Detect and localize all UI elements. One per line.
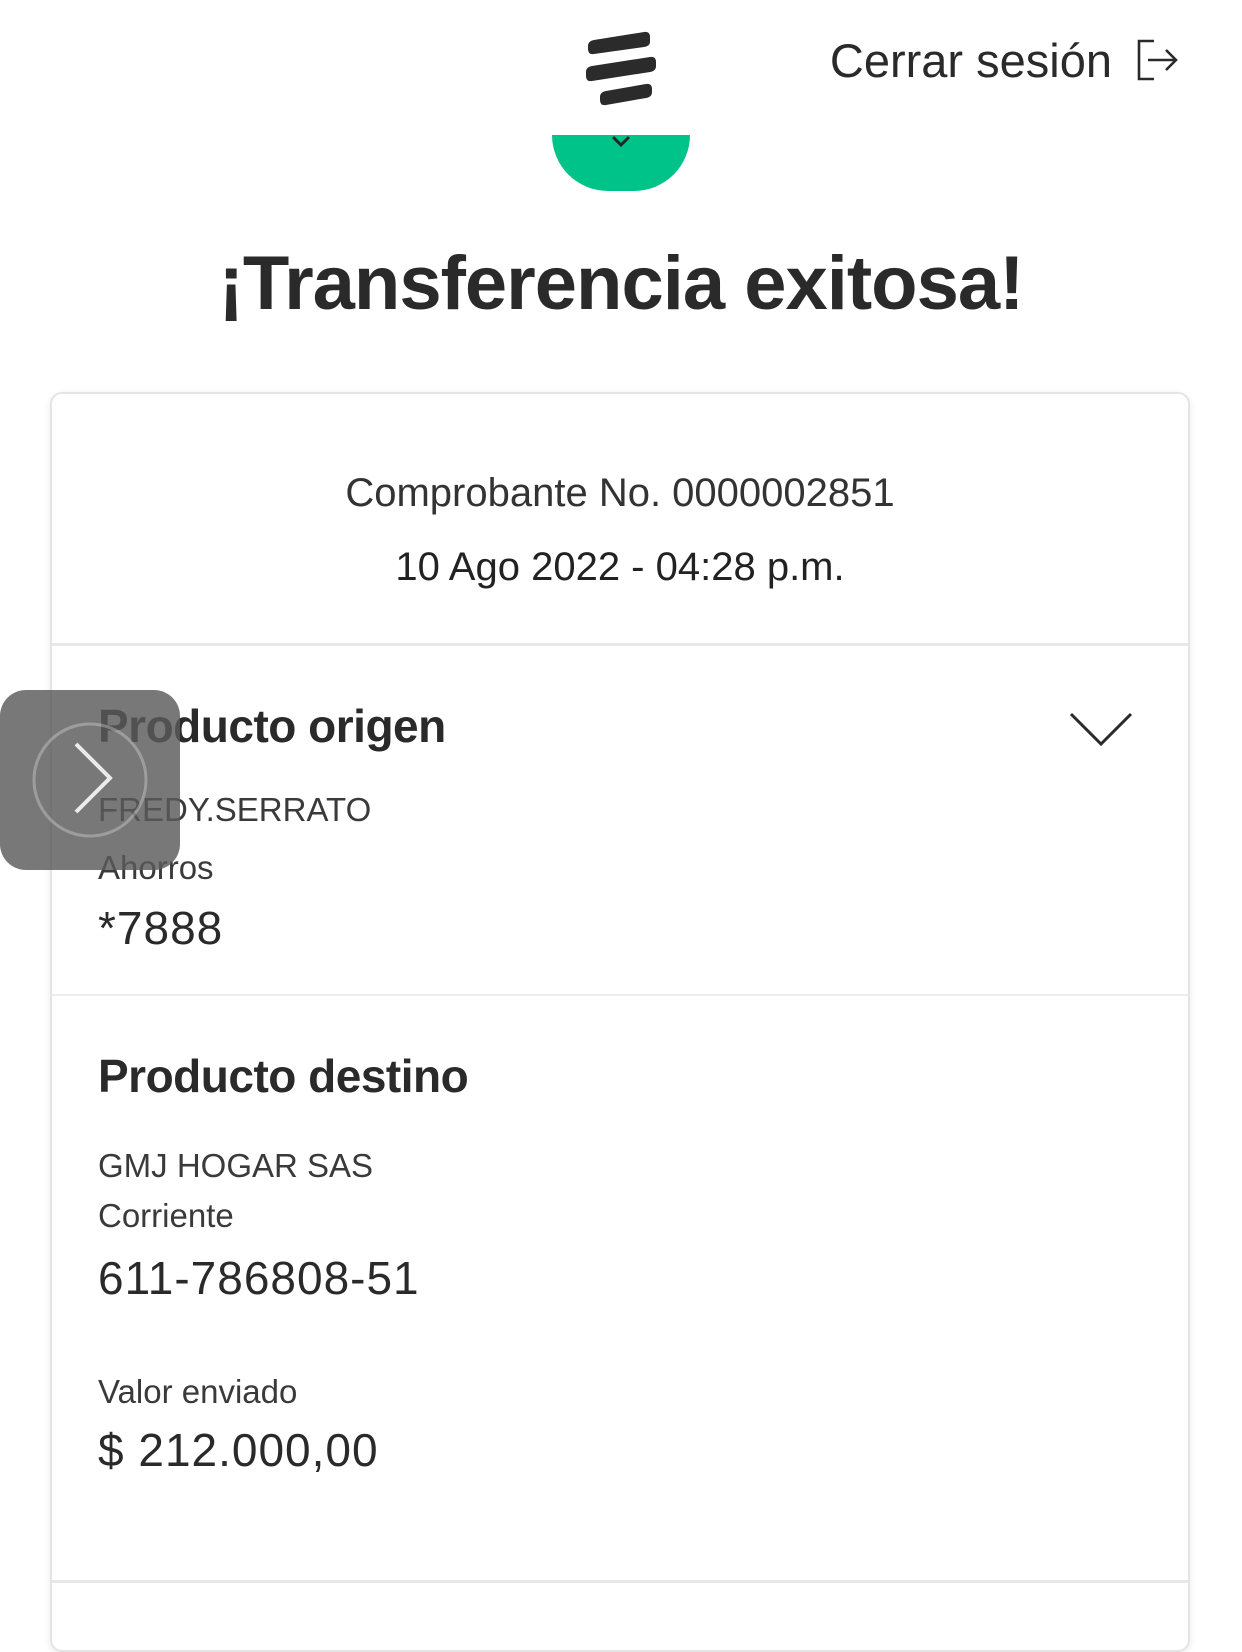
- receipt-datetime: 10 Ago 2022 - 04:28 p.m.: [395, 545, 845, 589]
- receipt-header: Comprobante No. 0000002851 10 Ago 2022 -…: [52, 394, 1188, 646]
- origin-holder: FREDY.SERRATO: [98, 791, 372, 828]
- chevron-right-icon: [32, 722, 148, 838]
- destination-product-section: Producto destino GMJ HOGAR SAS Corriente…: [52, 996, 1188, 1478]
- logout-button[interactable]: Cerrar sesión: [830, 30, 1180, 90]
- chevron-down-icon[interactable]: [1068, 708, 1134, 750]
- destination-title: Producto destino: [98, 1050, 469, 1102]
- origin-title: Producto origen: [98, 700, 446, 752]
- logout-label: Cerrar sesión: [829, 33, 1112, 87]
- success-check-icon: [552, 135, 690, 191]
- destination-account-number: 611-786808-51: [98, 1252, 420, 1304]
- section-divider: [52, 1580, 1188, 1583]
- page-title: ¡Transferencia exitosa!: [218, 241, 1025, 326]
- amount-label: Valor enviado: [98, 1373, 298, 1410]
- receipt-number: Comprobante No. 0000002851: [345, 471, 895, 515]
- floating-nav-button[interactable]: [0, 690, 180, 870]
- logout-icon: [1137, 39, 1178, 81]
- destination-account-type: Corriente: [98, 1197, 234, 1234]
- origin-product-section: Producto origen FREDY.SERRATO Ahorros *7…: [52, 646, 1188, 996]
- amount-value: $ 212.000,00: [98, 1424, 379, 1476]
- destination-holder: GMJ HOGAR SAS: [98, 1147, 374, 1184]
- origin-account-type: Ahorros: [98, 848, 1188, 888]
- receipt-card: Comprobante No. 0000002851 10 Ago 2022 -…: [50, 392, 1190, 1652]
- origin-account-number: *7888: [98, 902, 224, 954]
- bank-logo-icon: [580, 26, 664, 110]
